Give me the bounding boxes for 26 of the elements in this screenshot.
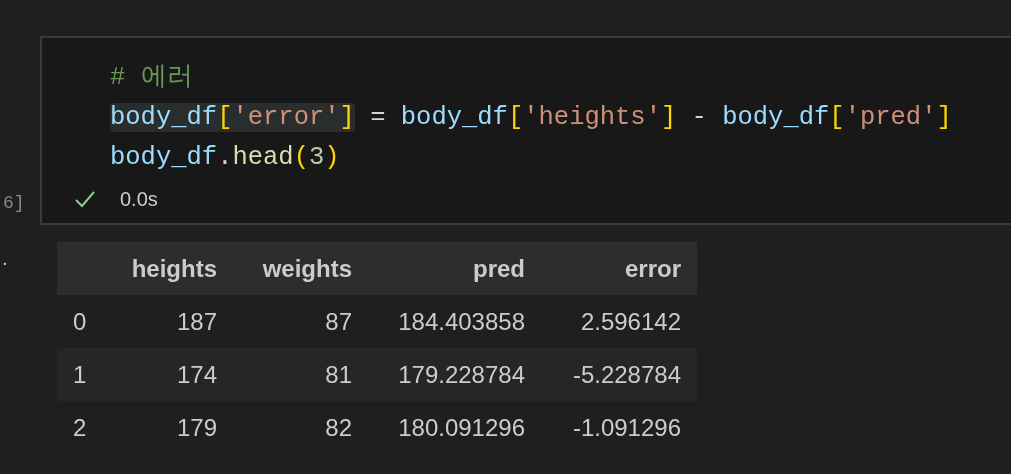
row-index: 0: [57, 295, 102, 348]
table-cell: 187: [102, 295, 233, 348]
table-cell: 87: [233, 295, 368, 348]
table-cell: 81: [233, 348, 368, 401]
table-cell: -1.091296: [541, 401, 697, 454]
table-cell: 82: [233, 401, 368, 454]
table-cell: 179: [102, 401, 233, 454]
table-cell: -5.228784: [541, 348, 697, 401]
column-header: weights: [233, 242, 368, 295]
table-cell: 180.091296: [368, 401, 541, 454]
code-cell[interactable]: # 에러 body_df['error'] = body_df['heights'] - body_df['pred'] body_df.head(3) 0.0s: [40, 36, 1011, 225]
column-header: heights: [102, 242, 233, 295]
row-index: 1: [57, 348, 102, 401]
code-line: body_df.head(3): [110, 142, 341, 174]
execution-count: 6]: [2, 192, 26, 215]
execution-time: 0.0s: [120, 187, 158, 212]
table-cell: 179.228784: [368, 348, 541, 401]
table-cell: 174: [102, 348, 233, 401]
code-line: # 에러: [110, 62, 194, 94]
table-cell: 2.596142: [541, 295, 697, 348]
code-line: body_df['error'] = body_df['heights'] - body_df['pred']: [110, 102, 953, 134]
row-index: 2: [57, 401, 102, 454]
output-marker: .: [1, 247, 8, 269]
table-cell: 184.403858: [368, 295, 541, 348]
column-header: error: [541, 242, 697, 295]
column-header: pred: [368, 242, 541, 295]
